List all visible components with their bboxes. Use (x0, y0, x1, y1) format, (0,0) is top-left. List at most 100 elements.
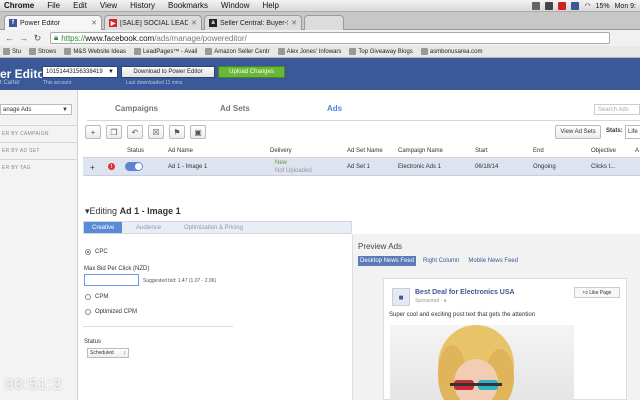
status-toggle[interactable] (125, 162, 143, 171)
cpm-radio[interactable] (85, 294, 91, 300)
max-bid-label: Max Bid Per Click (NZD) (84, 266, 150, 272)
back-icon[interactable]: ← (4, 33, 15, 43)
forward-icon[interactable]: → (18, 33, 29, 43)
tab-seller-central[interactable]: a Seller Central: Buyer-Selle ✕ (204, 15, 302, 30)
tray-icon[interactable] (571, 2, 580, 10)
table-row[interactable]: + ! Ad 1 - Image 1 New Not Uploaded Ad S… (83, 158, 640, 176)
column-objective[interactable]: Objective (591, 148, 616, 154)
menu-history[interactable]: History (130, 1, 155, 10)
tab-campaigns[interactable]: Campaigns (115, 104, 158, 113)
preview-icon[interactable]: ▣ (190, 125, 206, 139)
tag-icon[interactable]: ⚑ (169, 125, 185, 139)
sponsored-text: Sponsored · (415, 298, 444, 304)
bookmark-item[interactable]: Amazon Seller Centr (205, 48, 270, 55)
tab-label: Power Editor (20, 19, 61, 27)
leadpages-icon (133, 48, 141, 55)
globe-icon: ● (443, 298, 447, 304)
page-logo-icon: ■ (392, 288, 410, 306)
close-icon[interactable]: ✕ (191, 19, 197, 27)
app-tray-icon[interactable] (545, 2, 554, 10)
column-status[interactable]: Status (127, 148, 144, 154)
tab-ads[interactable]: Ads (327, 104, 342, 113)
optimized-cpm-radio[interactable] (85, 309, 91, 315)
error-icon: ! (108, 163, 115, 170)
max-bid-input[interactable] (84, 274, 139, 286)
like-page-button[interactable]: 👍︎ Like Page (574, 287, 620, 298)
menu-chrome[interactable]: Chrome (4, 1, 34, 10)
campaign-cell[interactable]: Electronic Ads 1 (398, 164, 441, 170)
tab-desktop-news-feed[interactable]: Desktop News Feed (358, 256, 417, 266)
ad-name-cell[interactable]: Ad 1 - Image 1 (168, 164, 207, 170)
bookmark-item[interactable]: asmbonusarea.com (420, 48, 483, 55)
amazon-icon: a (209, 19, 217, 27)
menu-edit[interactable]: Edit (73, 1, 87, 10)
menu-bookmarks[interactable]: Bookmarks (168, 1, 208, 10)
tab-creative[interactable]: Creative (84, 222, 123, 233)
search-ads-input[interactable]: Search Ads (594, 104, 640, 115)
tab-ad-sets[interactable]: Ad Sets (220, 104, 250, 113)
tab-label: [SALE] SOCIAL LEAD FREA (120, 19, 189, 27)
reload-icon[interactable]: ↻ (32, 33, 43, 44)
filter-by-tag[interactable]: ER BY TAG (0, 159, 78, 176)
close-icon[interactable]: ✕ (291, 19, 297, 27)
cpc-radio[interactable] (85, 249, 91, 255)
app-tray-icon[interactable] (532, 2, 541, 10)
account-label: This account (43, 80, 72, 86)
bookmark-item[interactable]: Alex Jones' Infowars (277, 48, 341, 55)
tab-power-editor[interactable]: f Power Editor ✕ (4, 15, 102, 30)
tab-social-lead[interactable]: ▶ [SALE] SOCIAL LEAD FREA ✕ (104, 15, 202, 30)
bookmark-item[interactable]: LeadPages™ - Avail (133, 48, 197, 55)
column-end[interactable]: End (533, 148, 544, 154)
tab-right-column[interactable]: Right Column (421, 256, 461, 266)
clock[interactable]: Mon 9: (615, 3, 636, 10)
ad-preview-card: ■ Best Deal for Electronics USA Sponsore… (383, 278, 627, 400)
status-value: Scheduled (90, 350, 114, 356)
bookmark-item[interactable]: Top Giveaway Blogs (349, 48, 413, 55)
column-start[interactable]: Start (475, 148, 488, 154)
ad-set-cell[interactable]: Ad Set 1 (347, 164, 370, 170)
youtube-icon: ▶ (109, 19, 117, 27)
expand-plus-icon[interactable]: + (90, 163, 95, 172)
upload-changes-button[interactable]: Upload Changes (218, 66, 285, 78)
add-icon[interactable]: + (85, 125, 101, 139)
url-host: www.facebook.com (85, 33, 155, 43)
account-select[interactable]: 10151443156338419 ▼ (42, 66, 118, 78)
status-select[interactable]: Scheduled ↕ (87, 348, 129, 358)
os-menubar: Chrome File Edit View History Bookmarks … (0, 0, 640, 12)
tab-audience[interactable]: Audience (136, 222, 161, 233)
download-button[interactable]: Download to Power Editor (121, 66, 215, 78)
record-icon[interactable] (558, 2, 567, 10)
undo-icon[interactable]: ↶ (127, 125, 143, 139)
editing-ad-name: Ad 1 - Image 1 (119, 206, 181, 216)
bookmark-item[interactable]: M&S Website Ideas (64, 48, 126, 55)
wifi-icon[interactable]: ◠ (584, 2, 590, 10)
column-more[interactable]: A (635, 148, 639, 154)
start-cell: 06/18/14 (475, 164, 499, 170)
recording-timer: 00:51:2 (5, 376, 63, 393)
column-campaign-name[interactable]: Campaign Name (398, 148, 443, 154)
end-cell: Ongoing (533, 164, 556, 170)
filter-by-campaign[interactable]: ER BY CAMPAIGN (0, 125, 78, 142)
manage-ads-select[interactable]: anage Ads ▼ (0, 104, 72, 115)
tab-new[interactable] (304, 15, 344, 30)
bookmark-apps[interactable]: Stu (3, 48, 21, 55)
stats-select[interactable]: Life (625, 125, 640, 139)
duplicate-icon[interactable]: ❐ (106, 125, 122, 139)
tab-optimization-pricing[interactable]: Optimization & Pricing (184, 222, 243, 233)
menu-help[interactable]: Help (262, 1, 278, 10)
column-ad-name[interactable]: Ad Name (168, 148, 193, 154)
address-bar[interactable]: 🔒︎ https:// www.facebook.com /ads/manage… (50, 32, 610, 44)
close-icon[interactable]: ✕ (91, 19, 97, 27)
column-ad-set-name[interactable]: Ad Set Name (347, 148, 383, 154)
menu-view[interactable]: View (100, 1, 117, 10)
bookmark-item[interactable]: Strows (29, 48, 56, 55)
page-name[interactable]: Best Deal for Electronics USA (415, 289, 515, 296)
trash-icon[interactable]: ☒ (148, 125, 164, 139)
view-ad-sets-button[interactable]: View Ad Sets (555, 125, 601, 139)
filter-by-ad-set[interactable]: ER BY AD SET (0, 142, 78, 159)
menu-window[interactable]: Window (221, 1, 249, 10)
bookmark-label: Amazon Seller Centr (214, 48, 270, 55)
tab-mobile-news-feed[interactable]: Mobile News Feed (466, 256, 520, 266)
column-delivery[interactable]: Delivery (270, 148, 292, 154)
menu-file[interactable]: File (47, 1, 60, 10)
